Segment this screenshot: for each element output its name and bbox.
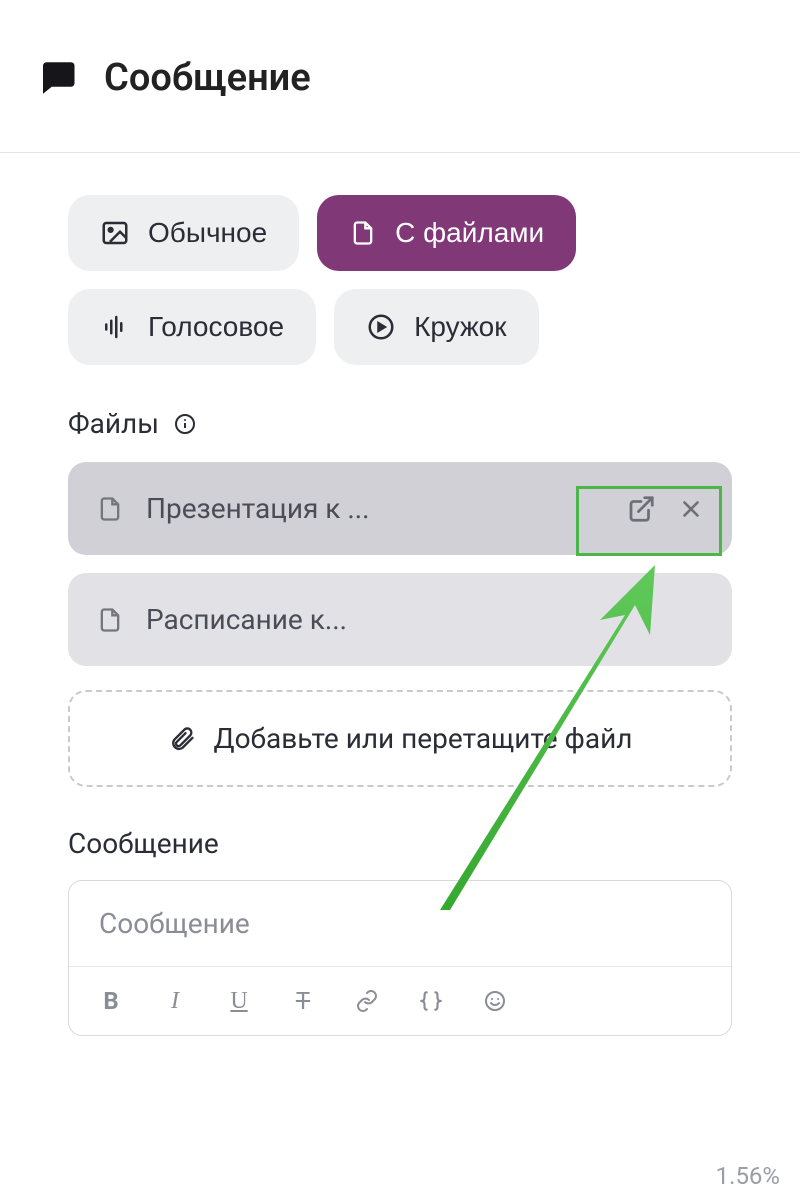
files-list: Презентация к ... (68, 462, 732, 787)
paperclip-icon (168, 725, 196, 753)
link-button[interactable] (349, 983, 385, 1019)
open-external-icon[interactable] (626, 494, 656, 524)
page-title: Сообщение (104, 56, 311, 100)
code-button[interactable] (413, 983, 449, 1019)
file-name: Презентация к ... (146, 492, 610, 525)
strikethrough-button[interactable]: T (285, 983, 321, 1019)
file-row[interactable]: Расписание к... (68, 573, 732, 666)
files-label-text: Файлы (68, 407, 159, 440)
message-icon (36, 57, 78, 99)
content-area: Обычное С файлами Голосовое (0, 153, 800, 1036)
file-dropzone[interactable]: Добавьте или перетащите файл (68, 690, 732, 787)
dropzone-label: Добавьте или перетащите файл (214, 722, 633, 755)
close-icon[interactable] (678, 496, 704, 522)
file-name: Расписание к... (146, 603, 704, 636)
info-icon[interactable] (173, 412, 197, 436)
bold-button[interactable]: B (93, 983, 129, 1019)
file-icon (96, 606, 124, 634)
file-actions (626, 494, 704, 524)
tab-label: С файлами (395, 217, 544, 249)
underline-button[interactable]: U (221, 983, 257, 1019)
percent-indicator: 1.56% (716, 1162, 780, 1190)
emoji-button[interactable] (477, 983, 513, 1019)
message-label: Сообщение (68, 827, 732, 860)
file-icon (96, 495, 124, 523)
message-type-tabs: Обычное С файлами Голосовое (68, 195, 732, 365)
file-icon (349, 219, 377, 247)
message-input[interactable]: Сообщение (69, 881, 731, 967)
files-section-label: Файлы (68, 407, 732, 440)
tab-label: Обычное (148, 217, 267, 249)
tab-regular[interactable]: Обычное (68, 195, 299, 271)
page-header: Сообщение (0, 0, 800, 153)
message-editor: Сообщение B I U T (68, 880, 732, 1036)
file-row[interactable]: Презентация к ... (68, 462, 732, 555)
tab-label: Голосовое (148, 311, 284, 343)
editor-toolbar: B I U T (69, 967, 731, 1035)
tab-files[interactable]: С файлами (317, 195, 576, 271)
tab-label: Кружок (414, 311, 506, 343)
message-section: Сообщение Сообщение B I U T (68, 827, 732, 1036)
tab-circle[interactable]: Кружок (334, 289, 538, 365)
tab-voice[interactable]: Голосовое (68, 289, 316, 365)
waveform-icon (100, 312, 130, 342)
play-circle-icon (366, 312, 396, 342)
image-icon (100, 218, 130, 248)
italic-button[interactable]: I (157, 983, 193, 1019)
